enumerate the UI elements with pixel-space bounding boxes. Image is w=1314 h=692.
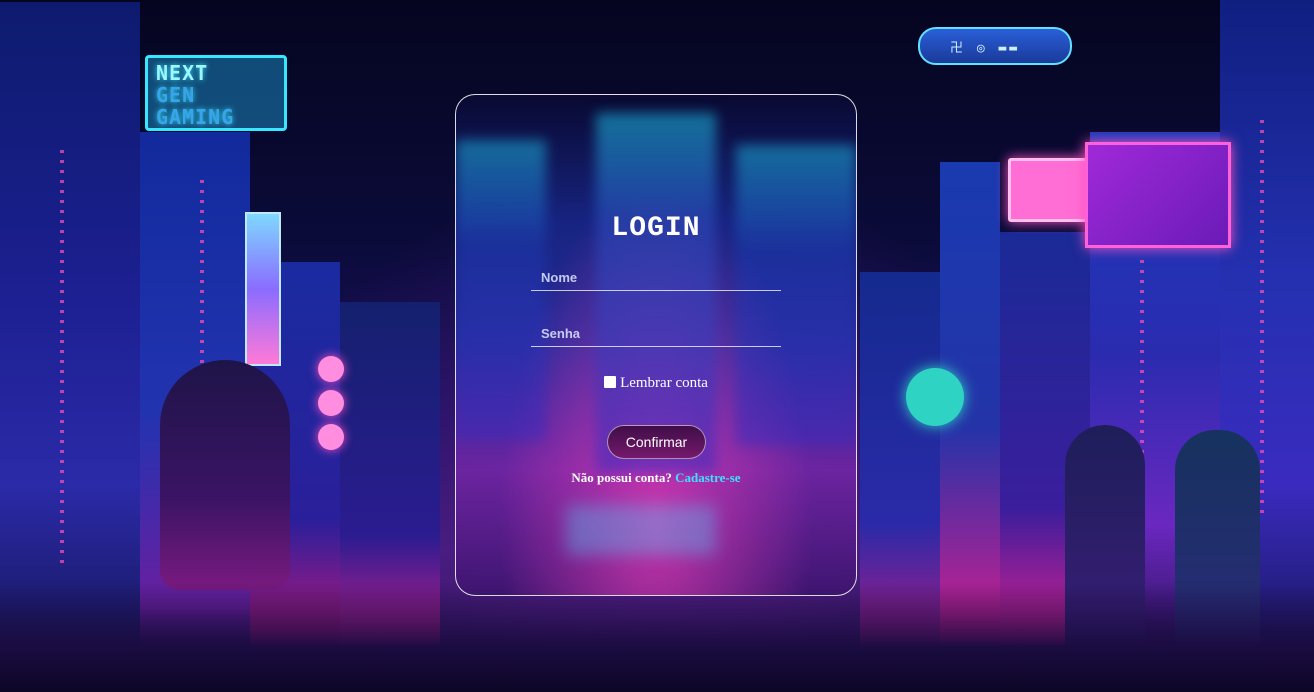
password-input[interactable] (531, 320, 781, 346)
gamepad-sign (1008, 158, 1089, 222)
blimp-text: 卍 ◎ ▬▬ (950, 41, 1021, 56)
circle-neon-sign (312, 352, 350, 452)
password-field (531, 320, 781, 347)
building-windows (1260, 120, 1264, 520)
name-field (531, 264, 781, 291)
sign-text: GEN (156, 83, 196, 107)
login-panel: LOGIN Lembrar conta Confirmar Não possui… (455, 94, 857, 596)
login-title: LOGIN (611, 213, 701, 244)
panel-backdrop (736, 145, 856, 445)
remember-label: Lembrar conta (620, 375, 708, 391)
street (0, 582, 1314, 692)
signup-prompt: Não possui conta? Cadastre-se (456, 470, 856, 486)
panel-backdrop (566, 505, 716, 555)
remember-account[interactable]: Lembrar conta (456, 375, 856, 392)
blimp: 卍 ◎ ▬▬ (918, 27, 1072, 65)
confirm-button[interactable]: Confirmar (607, 425, 706, 459)
round-neon-sign (906, 368, 964, 426)
vertical-neon-sign (245, 212, 281, 366)
sign-text: GAMING (156, 105, 235, 129)
sign-text: NEXT (156, 61, 209, 85)
building-windows (60, 150, 64, 570)
panel-backdrop (596, 113, 716, 473)
billboard (1085, 142, 1231, 248)
no-account-text: Não possui conta? (571, 470, 672, 485)
next-gen-gaming-sign: NEXT GEN GAMING (145, 55, 287, 131)
name-input[interactable] (531, 264, 781, 290)
signup-link[interactable]: Cadastre-se (675, 470, 740, 485)
sitting-figure (160, 360, 290, 590)
remember-checkbox[interactable] (604, 376, 617, 388)
